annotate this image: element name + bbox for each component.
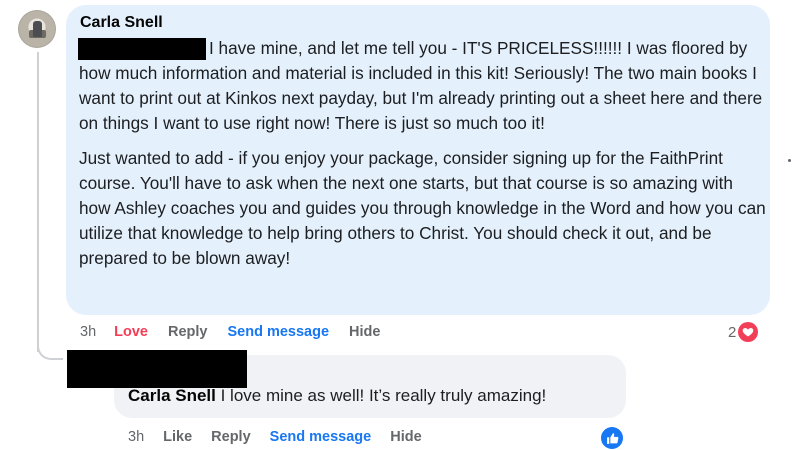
reply-actions: 3h Like Reply Send message Hide bbox=[128, 429, 422, 445]
comment-timestamp[interactable]: 3h bbox=[80, 324, 96, 340]
reaction-summary[interactable]: 2 bbox=[728, 322, 759, 342]
like-icon[interactable] bbox=[601, 427, 623, 449]
reaction-count: 2 bbox=[728, 323, 737, 341]
thread-connector bbox=[37, 340, 63, 360]
reply-author[interactable]: Carla Snell bbox=[128, 386, 216, 405]
redacted-reply-mention bbox=[67, 350, 247, 388]
heart-icon bbox=[738, 322, 759, 342]
comment-author[interactable]: Carla Snell bbox=[80, 14, 163, 32]
reply-hide-button[interactable]: Hide bbox=[390, 429, 421, 445]
send-message-button[interactable]: Send message bbox=[227, 324, 329, 340]
reply-reply-button[interactable]: Reply bbox=[211, 429, 251, 445]
hide-button[interactable]: Hide bbox=[349, 324, 380, 340]
like-button[interactable]: Like bbox=[163, 429, 192, 445]
reply-body: Carla Snell I love mine as well! It’s re… bbox=[128, 386, 546, 406]
reply-timestamp[interactable]: 3h bbox=[128, 429, 144, 445]
reply-text: I love mine as well! It’s really truly a… bbox=[220, 386, 547, 405]
comment-actions: 3h Love Reply Send message Hide bbox=[80, 324, 380, 340]
thread-line bbox=[37, 52, 39, 352]
love-button[interactable]: Love bbox=[114, 324, 148, 340]
avatar[interactable] bbox=[18, 10, 56, 48]
comment-paragraph-2: Just wanted to add - if you enjoy your p… bbox=[79, 148, 766, 268]
reply-send-message-button[interactable]: Send message bbox=[270, 429, 372, 445]
reply-button[interactable]: Reply bbox=[168, 324, 208, 340]
comment-body: I have mine, and let me tell you - IT'S … bbox=[79, 36, 769, 271]
options-dot[interactable] bbox=[788, 159, 791, 162]
comment-paragraph-1: I have mine, and let me tell you - IT'S … bbox=[79, 38, 763, 133]
